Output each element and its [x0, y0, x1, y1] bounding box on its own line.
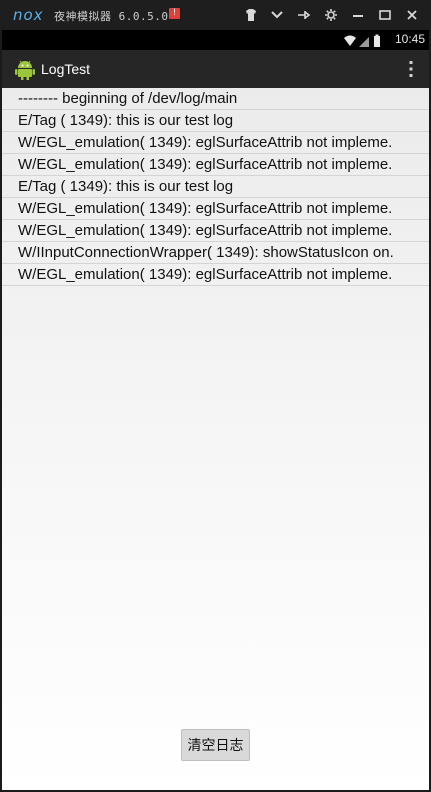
- gear-icon[interactable]: [323, 7, 339, 23]
- log-line[interactable]: W/EGL_emulation( 1349): eglSurfaceAttrib…: [2, 198, 429, 220]
- emulator-title-bar: nox 夜神模拟器 6.0.5.0 !: [0, 0, 431, 30]
- chevron-down-icon[interactable]: [269, 7, 285, 23]
- update-badge[interactable]: !: [169, 8, 180, 19]
- overflow-menu-icon[interactable]: [408, 60, 414, 78]
- close-icon[interactable]: [404, 7, 420, 23]
- log-line[interactable]: W/EGL_emulation( 1349): eglSurfaceAttrib…: [2, 154, 429, 176]
- battery-icon: [374, 34, 380, 47]
- nox-logo: nox: [13, 6, 44, 24]
- log-line[interactable]: W/EGL_emulation( 1349): eglSurfaceAttrib…: [2, 264, 429, 286]
- app-title: LogTest: [41, 61, 91, 77]
- skin-icon[interactable]: [243, 7, 259, 23]
- log-line[interactable]: E/Tag ( 1349): this is our test log: [2, 176, 429, 198]
- clear-log-button[interactable]: 清空日志: [181, 729, 250, 761]
- log-line[interactable]: W/EGL_emulation( 1349): eglSurfaceAttrib…: [2, 132, 429, 154]
- log-line[interactable]: E/Tag ( 1349): this is our test log: [2, 110, 429, 132]
- android-robot-icon: [14, 58, 36, 84]
- minimize-icon[interactable]: [350, 7, 366, 23]
- pin-icon[interactable]: [296, 7, 312, 23]
- log-content: -------- beginning of /dev/log/main E/Ta…: [2, 88, 429, 790]
- android-status-bar: 10:45: [2, 30, 429, 50]
- status-time: 10:45: [394, 32, 425, 46]
- log-line[interactable]: W/IInputConnectionWrapper( 1349): showSt…: [2, 242, 429, 264]
- log-line[interactable]: -------- beginning of /dev/log/main: [2, 88, 429, 110]
- log-line[interactable]: W/EGL_emulation( 1349): eglSurfaceAttrib…: [2, 220, 429, 242]
- log-list: -------- beginning of /dev/log/main E/Ta…: [2, 88, 429, 286]
- signal-icon: [359, 37, 369, 47]
- emulator-title: 夜神模拟器 6.0.5.0: [54, 10, 169, 23]
- maximize-icon[interactable]: [377, 7, 393, 23]
- wifi-icon: [344, 35, 356, 46]
- action-bar: LogTest: [2, 50, 429, 89]
